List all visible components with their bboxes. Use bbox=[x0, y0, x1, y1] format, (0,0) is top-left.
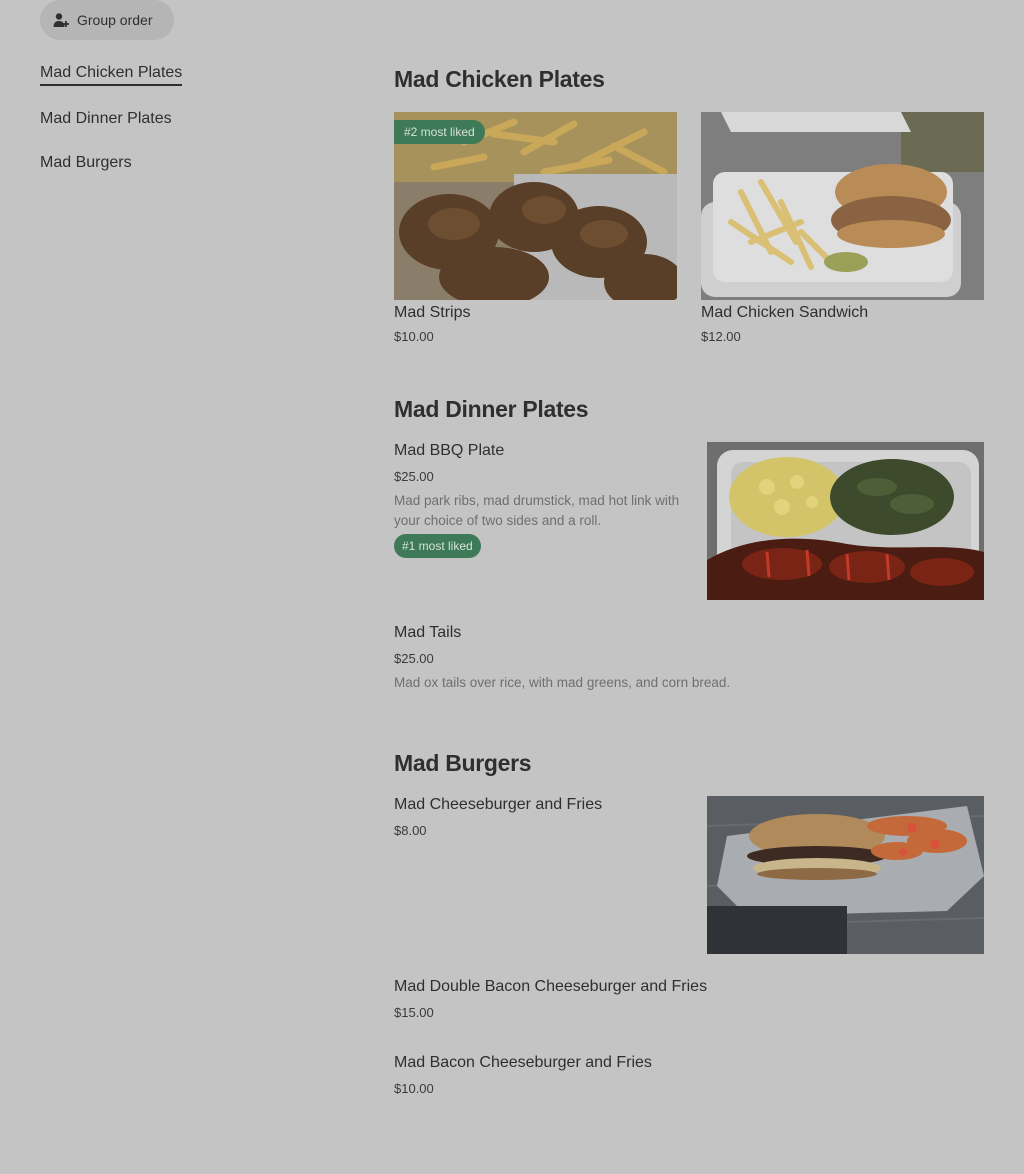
menu-item-row[interactable]: Mad BBQ Plate $25.00 Mad park ribs, mad … bbox=[394, 442, 984, 602]
menu-item-description: Mad ox tails over rice, with mad greens,… bbox=[394, 675, 731, 690]
section-title-mad-burgers: Mad Burgers bbox=[394, 750, 532, 776]
menu-item-row[interactable]: Mad Tails $25.00 Mad ox tails over rice,… bbox=[394, 624, 984, 714]
menu-item-row[interactable]: Mad Double Bacon Cheeseburger and Fries … bbox=[394, 978, 984, 1028]
person-add-icon bbox=[53, 12, 69, 28]
menu-item-name: Mad Strips bbox=[394, 304, 471, 321]
menu-item-row[interactable]: Mad Bacon Cheeseburger and Fries $10.00 bbox=[394, 1054, 984, 1104]
menu-item-price: $12.00 bbox=[701, 329, 741, 344]
menu-item-name: Mad BBQ Plate bbox=[394, 442, 505, 459]
menu-content: Mad Chicken Plates #2 most liked Mad Str… bbox=[394, 0, 984, 1174]
menu-item-name: Mad Double Bacon Cheeseburger and Fries bbox=[394, 978, 708, 995]
menu-item-price: $25.00 bbox=[394, 469, 434, 484]
menu-item-image bbox=[701, 112, 984, 300]
menu-item-name: Mad Chicken Sandwich bbox=[701, 304, 869, 321]
sidebar-item-mad-chicken-plates[interactable]: Mad Chicken Plates bbox=[40, 64, 183, 86]
menu-item-card[interactable]: Mad Chicken Sandwich $12.00 bbox=[701, 112, 984, 352]
most-liked-badge: #2 most liked bbox=[394, 120, 485, 144]
menu-item-row[interactable]: Mad Cheeseburger and Fries $8.00 bbox=[394, 796, 984, 956]
menu-item-price: $15.00 bbox=[394, 1005, 434, 1020]
group-order-button[interactable]: Group order bbox=[40, 0, 174, 40]
menu-item-price: $10.00 bbox=[394, 1081, 434, 1096]
section-title-mad-chicken-plates: Mad Chicken Plates bbox=[394, 66, 605, 92]
menu-item-name: Mad Bacon Cheeseburger and Fries bbox=[394, 1054, 652, 1071]
most-liked-badge: #1 most liked bbox=[394, 534, 481, 558]
menu-item-image bbox=[707, 442, 984, 600]
group-order-label: Group order bbox=[77, 12, 153, 28]
menu-item-price: $10.00 bbox=[394, 329, 434, 344]
section-title-mad-dinner-plates: Mad Dinner Plates bbox=[394, 396, 589, 422]
menu-item-name: Mad Tails bbox=[394, 624, 462, 641]
menu-item-price: $25.00 bbox=[394, 651, 434, 666]
menu-item-description: Mad park ribs, mad drumstick, mad hot li… bbox=[394, 493, 680, 528]
menu-item-image bbox=[707, 796, 984, 954]
menu-item-card[interactable]: #2 most liked Mad Strips $10.00 bbox=[394, 112, 677, 352]
sidebar-item-mad-dinner-plates[interactable]: Mad Dinner Plates bbox=[40, 110, 172, 128]
menu-item-price: $8.00 bbox=[394, 823, 427, 838]
sidebar-item-mad-burgers[interactable]: Mad Burgers bbox=[40, 154, 132, 172]
menu-item-name: Mad Cheeseburger and Fries bbox=[394, 796, 603, 813]
